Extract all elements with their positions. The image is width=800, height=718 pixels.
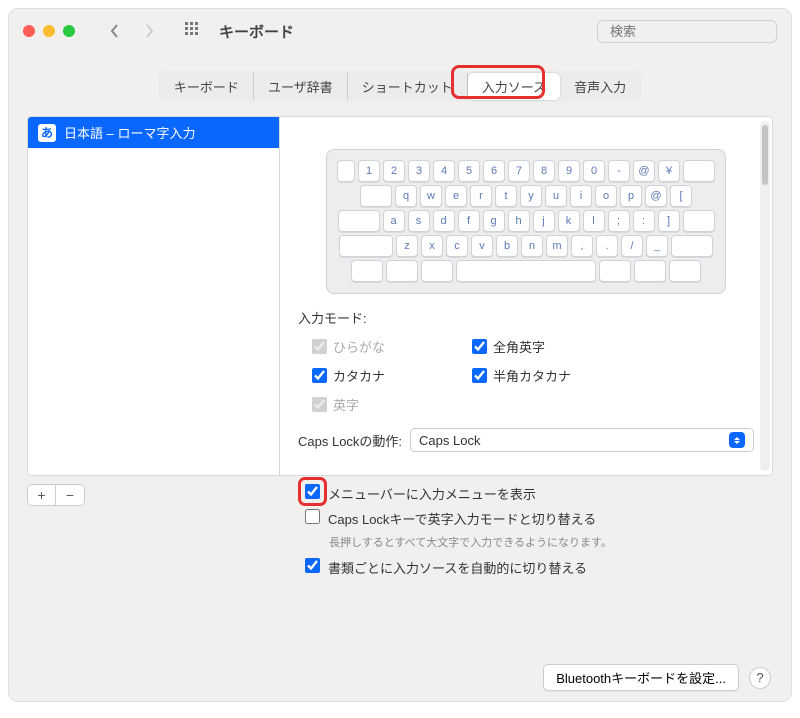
mode-hiragana: ひらがな: [312, 337, 452, 356]
mode-zen-eiji[interactable]: 全角英字: [472, 337, 632, 356]
key: ;: [608, 210, 630, 232]
window-controls: [23, 25, 75, 37]
key: .: [596, 235, 618, 257]
mode-eiji: 英字: [312, 395, 452, 414]
key: :: [633, 210, 655, 232]
nav-buttons: [101, 19, 163, 43]
remove-button[interactable]: −: [56, 485, 84, 505]
tabs: キーボード ユーザ辞書 ショートカット 入力ソース 音声入力: [9, 53, 791, 116]
mode-katakana[interactable]: カタカナ: [312, 366, 452, 385]
tab-shortcuts[interactable]: ショートカット: [348, 73, 468, 100]
titlebar: キーボード: [9, 9, 791, 53]
key: ]: [658, 210, 680, 232]
tab-dictation[interactable]: 音声入力: [560, 73, 640, 100]
back-button[interactable]: [101, 19, 129, 43]
key: k: [558, 210, 580, 232]
minimize-icon[interactable]: [43, 25, 55, 37]
key: -: [608, 160, 630, 182]
opt-show-menu-label: メニューバーに入力メニューを表示: [328, 484, 536, 503]
key: 8: [533, 160, 555, 182]
key: w: [420, 185, 442, 207]
key: q: [395, 185, 417, 207]
opt-auto-switch-label: 書類ごとに入力ソースを自動的に切り替える: [328, 558, 587, 577]
tab-keyboard[interactable]: キーボード: [160, 73, 254, 100]
key: 9: [558, 160, 580, 182]
apps-grid-icon[interactable]: [185, 22, 201, 41]
opt-caps-switch-label: Caps Lockキーで英字入力モードと切り替える: [328, 509, 596, 528]
key: b: [496, 235, 518, 257]
zoom-icon[interactable]: [63, 25, 75, 37]
key: @: [645, 185, 667, 207]
source-name: 日本語 – ローマ字入力: [64, 123, 195, 142]
key: i: [570, 185, 592, 207]
help-button[interactable]: ?: [749, 667, 771, 689]
key: e: [445, 185, 467, 207]
key: o: [595, 185, 617, 207]
key: j: [533, 210, 555, 232]
forward-button[interactable]: [135, 19, 163, 43]
key: @: [633, 160, 655, 182]
opt-auto-switch-check[interactable]: [305, 558, 320, 573]
key: /: [621, 235, 643, 257]
key: 1: [358, 160, 380, 182]
bluetooth-setup-button[interactable]: Bluetoothキーボードを設定...: [543, 664, 739, 691]
scrollbar[interactable]: [760, 121, 770, 471]
key: _: [646, 235, 668, 257]
tab-input-sources[interactable]: 入力ソース: [468, 73, 560, 100]
key: z: [396, 235, 418, 257]
search-field[interactable]: [597, 20, 777, 43]
source-list[interactable]: あ 日本語 – ローマ字入力: [28, 117, 280, 475]
search-input[interactable]: [606, 24, 786, 39]
key: d: [433, 210, 455, 232]
key: 6: [483, 160, 505, 182]
key: p: [620, 185, 642, 207]
key: ,: [571, 235, 593, 257]
key: t: [495, 185, 517, 207]
key: 0: [583, 160, 605, 182]
key: l: [583, 210, 605, 232]
caps-select[interactable]: Caps Lock: [410, 428, 754, 452]
close-icon[interactable]: [23, 25, 35, 37]
add-button[interactable]: +: [28, 485, 56, 505]
tab-user-dict[interactable]: ユーザ辞書: [254, 73, 348, 100]
key: ¥: [658, 160, 680, 182]
key: s: [408, 210, 430, 232]
opt-caps-switch-check[interactable]: [305, 509, 320, 524]
source-item-japanese[interactable]: あ 日本語 – ローマ字入力: [28, 117, 279, 148]
caps-label: Caps Lockの動作:: [298, 431, 402, 450]
key: g: [483, 210, 505, 232]
source-detail: 1234567890-@¥ qwertyuiop@[ asdfghjkl;:] …: [280, 117, 772, 475]
key: u: [545, 185, 567, 207]
opt-caps-hint: 長押しするとすべて大文字で入力できるようになります。: [329, 534, 773, 550]
add-remove-buttons: + −: [27, 484, 85, 506]
mode-han-kata[interactable]: 半角カタカナ: [472, 366, 632, 385]
key: m: [546, 235, 568, 257]
opt-show-menu-check[interactable]: [305, 484, 320, 499]
key: c: [446, 235, 468, 257]
key: f: [458, 210, 480, 232]
key: 7: [508, 160, 530, 182]
window-title: キーボード: [219, 21, 294, 42]
key: 5: [458, 160, 480, 182]
input-mode-label: 入力モード:: [298, 308, 754, 327]
key: r: [470, 185, 492, 207]
key: h: [508, 210, 530, 232]
keyboard-preview: 1234567890-@¥ qwertyuiop@[ asdfghjkl;:] …: [326, 149, 726, 294]
chevron-updown-icon: [729, 432, 745, 448]
key: 2: [383, 160, 405, 182]
key: a: [383, 210, 405, 232]
key: 3: [408, 160, 430, 182]
key: x: [421, 235, 443, 257]
source-badge-icon: あ: [38, 124, 56, 142]
key: 4: [433, 160, 455, 182]
key: n: [521, 235, 543, 257]
key: [: [670, 185, 692, 207]
key: v: [471, 235, 493, 257]
key: y: [520, 185, 542, 207]
